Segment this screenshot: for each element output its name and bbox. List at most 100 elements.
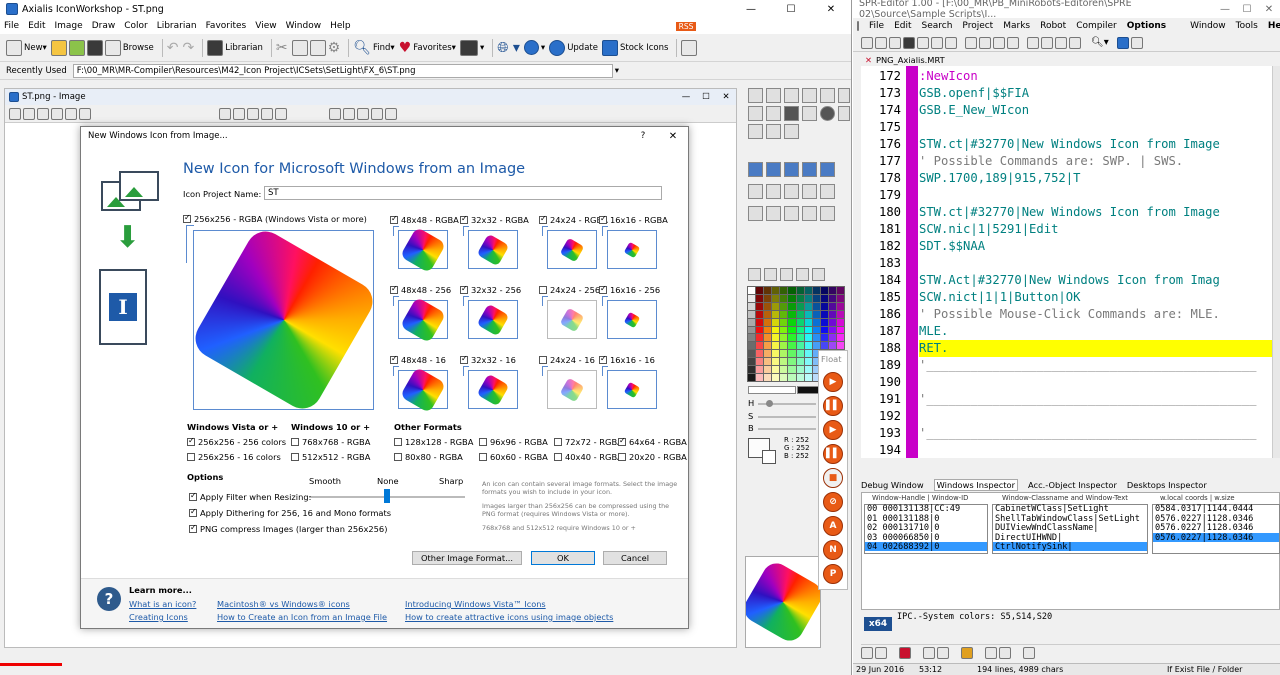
format-thumbnail[interactable] [468,300,518,339]
palette-color-cell[interactable] [820,294,828,302]
palette-tool-icon[interactable] [796,268,809,281]
opt-png-compress[interactable]: PNG compress Images (larger than 256x256… [189,523,387,534]
format-thumbnail[interactable] [468,370,518,409]
pencil-tool-icon[interactable] [766,88,781,103]
format-thumbnail[interactable] [607,300,657,339]
opt-png-compress-check[interactable] [189,523,197,533]
format-checkbox[interactable]: 48x48 - 256 [390,284,451,295]
help-dropdown[interactable]: ▾ [541,37,545,59]
palette-color-cell[interactable] [788,366,796,374]
vista-opt-256-check[interactable] [187,436,195,446]
effect-tool-icon[interactable] [802,206,817,221]
palette-color-cell[interactable] [748,287,756,294]
palette-color-cell[interactable] [764,350,772,358]
menu-window[interactable]: Window [286,21,322,31]
palette-color-cell[interactable] [764,366,772,374]
menu-view[interactable]: View [255,21,276,31]
palette-color-cell[interactable] [756,318,764,326]
format-check[interactable] [390,354,398,364]
color-swatch-black[interactable] [797,386,819,394]
palette-save-icon[interactable] [764,268,777,281]
palette-color-cell[interactable] [796,350,804,358]
format-checkbox[interactable]: 32x32 - RGBA [460,214,529,225]
spr-menu-marks[interactable]: Marks [1003,21,1030,31]
vista-opt-16-check[interactable] [187,453,195,461]
link-mac-vs-windows[interactable]: Macintosh® vs Windows® icons [217,599,350,609]
code-line[interactable]: 193 '____________________________________… [861,425,1280,442]
tab-debug-window[interactable]: Debug Window [861,480,924,490]
opt-apply-filter[interactable]: Apply Filter when Resizing: [189,491,311,502]
palette-color-cell[interactable] [788,326,796,334]
grid-icon[interactable] [233,107,245,120]
vista-opt-16[interactable]: 256x256 - 16 colors [187,452,281,462]
update-button[interactable]: Update [549,37,598,59]
palette-color-cell[interactable] [780,310,788,318]
palette-color-cell[interactable] [780,374,788,381]
palette-color-cell[interactable] [828,334,836,342]
transform-tool-icon[interactable] [820,184,835,199]
code-line[interactable]: 190 [861,374,1280,391]
palette-color-cell[interactable] [836,302,844,310]
spr-bottom-tool-icon[interactable] [861,646,873,659]
spr-tool-icon[interactable] [993,36,1005,49]
doc-tool-icon[interactable] [343,107,355,120]
format-checkbox[interactable]: 24x24 - RGBA [539,214,608,225]
palette-color-cell[interactable] [820,302,828,310]
layout-tool-icon[interactable] [802,162,817,177]
palette-color-cell[interactable] [764,374,772,381]
palette-color-cell[interactable] [788,334,796,342]
format-checkbox[interactable]: 32x32 - 16 [460,354,516,365]
misc-tool-icon[interactable] [784,124,799,139]
palette-color-cell[interactable] [820,342,828,350]
code-line[interactable]: 175 [861,119,1280,136]
palette-color-cell[interactable] [748,294,756,302]
palette-color-cell[interactable] [796,342,804,350]
fill-tool-icon[interactable] [838,88,850,103]
new-button[interactable]: New ▾ [6,37,47,59]
format-check[interactable] [539,356,547,364]
palette-color-cell[interactable] [828,310,836,318]
code-line[interactable]: 185 SCW.nict|1|1|Button|OK [861,289,1280,306]
doc-tool-icon[interactable] [79,107,91,120]
rect-tool-icon[interactable] [766,106,781,121]
help-icon[interactable] [523,40,539,55]
tab-acc-object-inspector[interactable]: Acc.-Object Inspector [1028,480,1117,490]
palette-color-cell[interactable] [804,326,812,334]
palette-color-cell[interactable] [748,310,756,318]
palette-color-cell[interactable] [764,318,772,326]
spr-tool-icon[interactable] [965,36,977,49]
palette-tool-icon[interactable] [812,268,825,281]
palette-color-cell[interactable] [796,302,804,310]
float-control-button[interactable]: ▶ [823,372,843,392]
code-line[interactable]: 182 SDT.$$NAA [861,238,1280,255]
palette-color-cell[interactable] [820,318,828,326]
palette-color-cell[interactable] [748,326,756,334]
format-checkbox[interactable]: 48x48 - RGBA [390,214,459,225]
palette-color-cell[interactable] [836,342,844,350]
palette-color-cell[interactable] [836,334,844,342]
tab-close-icon[interactable]: ✕ [865,55,872,65]
other-format-checkbox[interactable]: 80x80 - RGBA [394,452,463,462]
spr-tool-icon[interactable] [1041,36,1053,49]
transform-tool-icon[interactable] [748,184,763,199]
brightness-slider[interactable] [758,428,816,430]
spr-bottom-tool-icon[interactable] [875,646,887,659]
palette-color-cell[interactable] [772,294,780,302]
save-icon[interactable] [86,39,103,56]
spr-tool-icon[interactable] [917,36,929,49]
spr-menu-options[interactable]: Options [1127,21,1166,31]
doc-tool-icon[interactable] [261,107,273,120]
other-format-checkbox[interactable]: 60x60 - RGBA [479,452,548,462]
code-line[interactable]: 173 GSB.openf|$$FIA [861,85,1280,102]
code-line[interactable]: 181 SCW.nic|1|5291|Edit [861,221,1280,238]
code-line[interactable]: 184 STW.Act|#32770|New Windows Icon from … [861,272,1280,289]
code-scrollbar[interactable] [1272,66,1280,458]
spr-tool-icon[interactable] [1027,36,1039,49]
doc-tool-icon[interactable] [37,107,49,120]
palette-color-cell[interactable] [756,358,764,366]
tab-windows-inspector[interactable]: Windows Inspector [933,479,1019,491]
spr-bottom-tool-icon[interactable] [923,646,935,659]
resize-filter-slider-thumb[interactable] [384,489,390,503]
line-tool-icon[interactable] [748,106,763,121]
palette-color-cell[interactable] [820,310,828,318]
